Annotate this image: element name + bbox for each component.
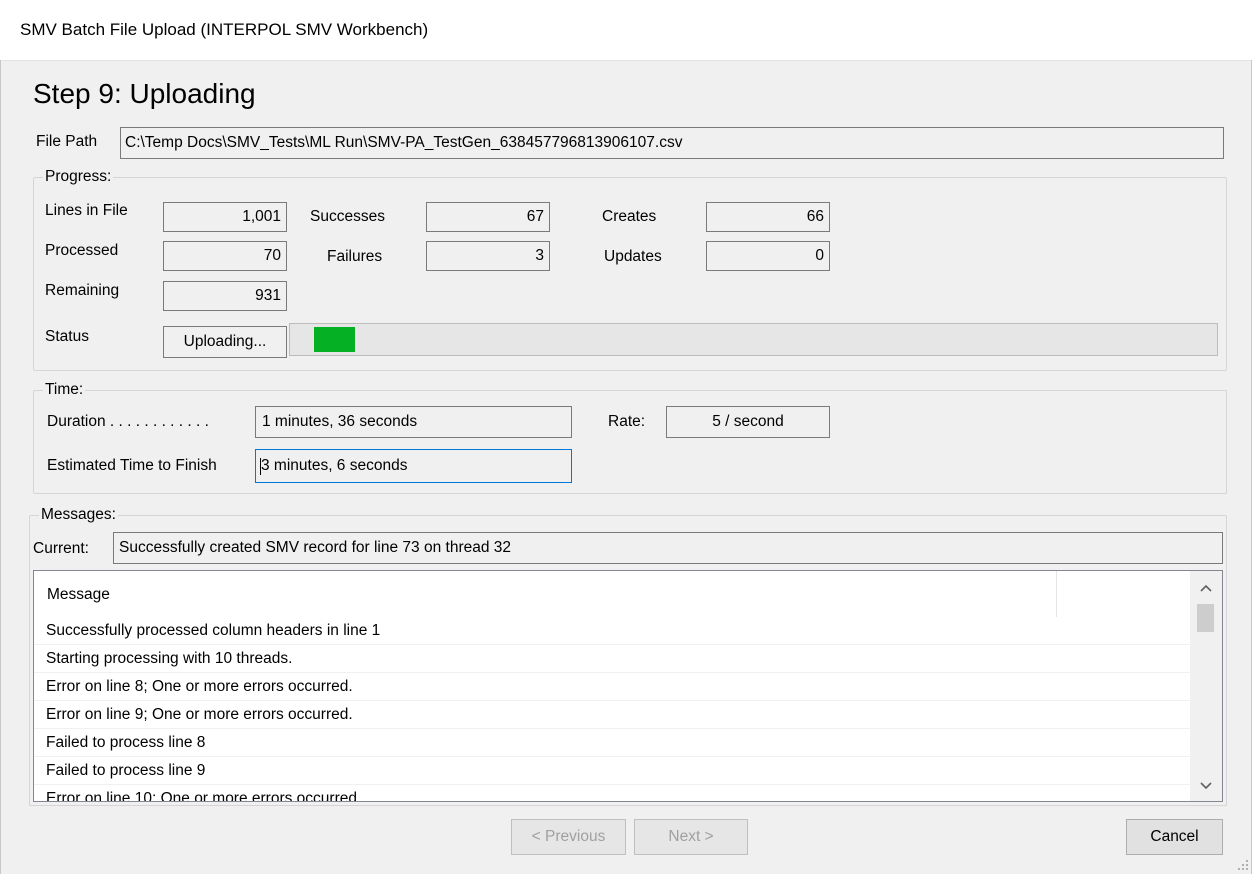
title-bar: SMV Batch File Upload (INTERPOL SMV Work… (0, 0, 1252, 61)
scrollbar-thumb[interactable] (1197, 604, 1214, 632)
messages-list[interactable]: Message Successfully processed column he… (33, 570, 1223, 802)
successes-label: Successes (310, 208, 385, 225)
window-title: SMV Batch File Upload (INTERPOL SMV Work… (20, 20, 429, 39)
time-group: Time: (33, 381, 1227, 494)
message-column-header-label: Message (47, 586, 110, 603)
rate-field[interactable]: 5 / second (666, 406, 830, 438)
chevron-up-icon[interactable] (1190, 576, 1222, 600)
duration-field[interactable]: 1 minutes, 36 seconds (255, 406, 572, 438)
progress-bar-fill (314, 327, 355, 352)
eta-field[interactable]: 3 minutes, 6 seconds (255, 449, 572, 483)
status-label: Status (45, 328, 89, 345)
eta-label: Estimated Time to Finish (47, 457, 217, 474)
updates-field[interactable]: 0 (706, 241, 830, 271)
list-item[interactable]: Starting processing with 10 threads. (34, 645, 1192, 673)
rate-label: Rate: (608, 413, 646, 430)
lines-in-file-label: Lines in File (45, 202, 128, 219)
processed-field[interactable]: 70 (163, 241, 287, 271)
current-message-field[interactable]: Successfully created SMV record for line… (113, 532, 1223, 564)
list-item[interactable]: Error on line 9; One or more errors occu… (34, 701, 1192, 729)
list-item[interactable]: Successfully processed column headers in… (34, 617, 1192, 645)
upload-progress-bar (289, 323, 1218, 356)
window-border-left (0, 60, 1, 874)
previous-button[interactable]: < Previous (511, 819, 626, 855)
next-button[interactable]: Next > (634, 819, 748, 855)
list-item[interactable]: Error on line 8; One or more errors occu… (34, 673, 1192, 701)
list-item[interactable]: Failed to process line 9 (34, 757, 1192, 785)
message-column-header[interactable]: Message (34, 571, 1057, 617)
resize-grip-icon[interactable] (1237, 859, 1249, 871)
successes-field[interactable]: 67 (426, 202, 550, 232)
current-label: Current: (33, 540, 89, 557)
list-item[interactable]: Error on line 10; One or more errors occ… (34, 785, 1059, 802)
messages-legend: Messages: (41, 506, 116, 523)
creates-field[interactable]: 66 (706, 202, 830, 232)
failures-field[interactable]: 3 (426, 241, 550, 271)
remaining-field[interactable]: 931 (163, 281, 287, 311)
processed-label: Processed (45, 242, 119, 259)
creates-label: Creates (602, 208, 657, 225)
updates-label: Updates (604, 248, 662, 265)
status-uploading-button[interactable]: Uploading... (163, 326, 287, 358)
cancel-button[interactable]: Cancel (1126, 819, 1223, 855)
eta-value: 3 minutes, 6 seconds (261, 457, 408, 475)
file-path-field[interactable]: C:\Temp Docs\SMV_Tests\ML Run\SMV-PA_Tes… (120, 127, 1224, 159)
duration-label: Duration . . . . . . . . . . . . (47, 413, 209, 430)
messages-rows: Successfully processed column headers in… (34, 617, 1192, 802)
file-path-label: File Path (36, 133, 98, 150)
lines-in-file-field[interactable]: 1,001 (163, 202, 287, 232)
page-title: Step 9: Uploading (33, 78, 256, 109)
progress-legend: Progress: (45, 168, 112, 185)
messages-scrollbar[interactable] (1190, 571, 1222, 801)
failures-label: Failures (327, 248, 383, 265)
remaining-label: Remaining (45, 282, 120, 299)
list-item[interactable]: Failed to process line 8 (34, 729, 1192, 757)
time-legend: Time: (45, 381, 84, 398)
chevron-down-icon[interactable] (1190, 774, 1222, 798)
